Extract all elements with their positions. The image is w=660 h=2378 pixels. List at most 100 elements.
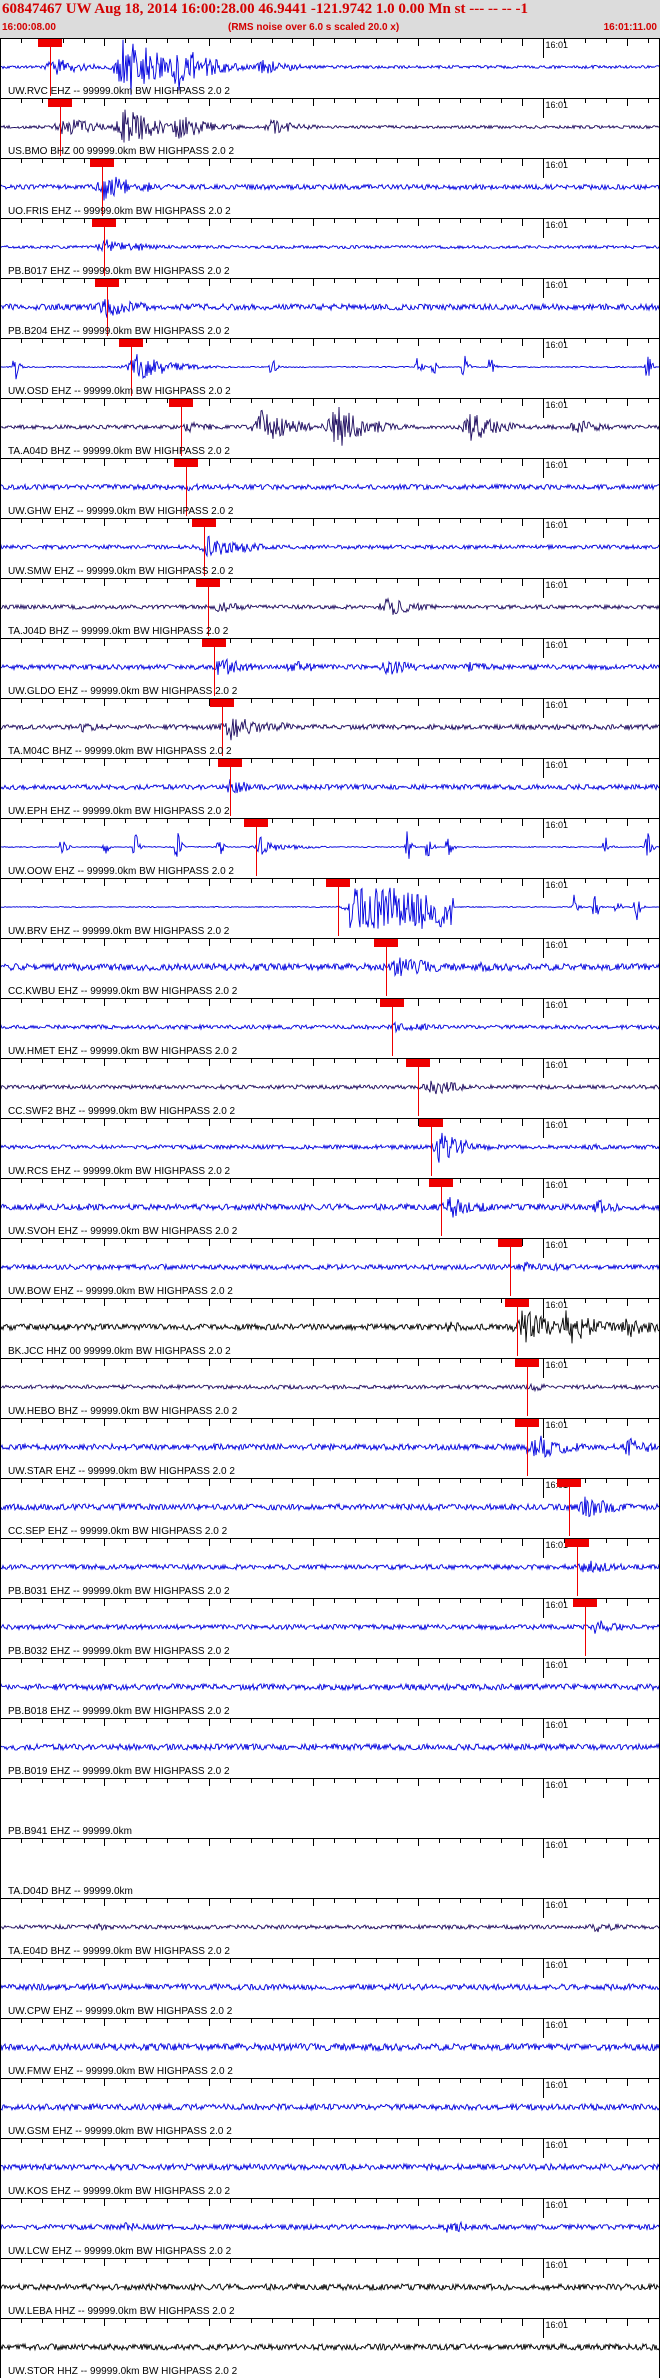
station-label: UW.OSD EHZ -- 99999.0km BW HIGHPASS 2.0 … xyxy=(8,386,231,397)
waveform xyxy=(0,482,660,492)
station-label: UW.LEBA HHZ -- 99999.0km BW HIGHPASS 2.0… xyxy=(8,2306,235,2317)
rms-note: (RMS noise over 6.0 s scaled 20.0 x) xyxy=(228,22,400,33)
waveform xyxy=(0,239,660,253)
trace-row: 16:01CC.SEP EHZ -- 99999.0km BW HIGHPASS… xyxy=(0,1478,660,1537)
minute-label: 16:01 xyxy=(546,1180,569,1190)
minute-label: 16:01 xyxy=(546,280,569,290)
minute-label: 16:01 xyxy=(546,100,569,110)
waveform xyxy=(0,1080,660,1095)
trace-row: 16:01 TA.A04D BHZ -- 99999.0km BW HIGHPAS… xyxy=(0,398,660,457)
waveform xyxy=(0,1922,660,1933)
trace-row: 16:01 PB.B031 EHZ -- 99999.0km BW HIGHPAS… xyxy=(0,1538,660,1597)
trace-row: 16:01 UW.RCS EHZ -- 99999.0km BW HIGHPASS… xyxy=(0,1118,660,1177)
station-label: UW.HMET EHZ -- 99999.0km BW HIGHPASS 2.0… xyxy=(8,1046,238,1057)
trace-row: 16:01 UW.SMW EHZ -- 99999.0km BW HIGHPASS… xyxy=(0,518,660,577)
waveform xyxy=(0,406,660,446)
trace-row: 16:01 UW.BOW EHZ -- 99999.0km BW HIGHPASS… xyxy=(0,1238,660,1297)
trace-row: 16:01 CC.SWF2 BHZ -- 99999.0km BW HIGHPAS… xyxy=(0,1058,660,1117)
station-label: UW.EPH EHZ -- 99999.0km BW HIGHPASS 2.0 … xyxy=(8,806,230,817)
waveform xyxy=(0,1197,660,1218)
station-label: UW.STOR HHZ -- 99999.0km BW HIGHPASS 2.0… xyxy=(8,2366,238,2377)
station-label: UW.GLDO EHZ -- 99999.0km BW HIGHPASS 2.0… xyxy=(8,686,238,697)
trace-row: 16:01 UW.SVOH EHZ -- 99999.0km BW HIGHPAS… xyxy=(0,1178,660,1237)
trace-row: 16:01 PB.B018 EHZ -- 99999.0km BW HIGHPAS… xyxy=(0,1658,660,1717)
minute-label: 16:01 xyxy=(546,400,569,410)
minute-label: 16:01 xyxy=(546,340,569,350)
waveform xyxy=(0,176,660,201)
trace-row: 16:01 UW.LCW EHZ -- 99999.0km BW HIGHPASS… xyxy=(0,2198,660,2257)
waveform xyxy=(0,779,660,794)
trace-row: 16:01 UW.GHW EHZ -- 99999.0km BW HIGHPASS… xyxy=(0,458,660,517)
minute-label: 16:01 xyxy=(546,1060,569,1070)
waveform xyxy=(0,2282,660,2292)
waveform xyxy=(0,299,660,318)
station-label: TA.J04D BHZ -- 99999.0km BW HIGHPASS 2.0… xyxy=(8,626,229,637)
station-label: UW.BRV EHZ -- 99999.0km BW HIGHPASS 2.0 … xyxy=(8,926,230,937)
waveform xyxy=(0,1742,660,1752)
station-label: PB.B032 EHZ -- 99999.0km BW HIGHPASS 2.0… xyxy=(8,1646,230,1657)
trace-row: 16:01 CC.KWBU EHZ -- 99999.0km BW HIGHPAS… xyxy=(0,938,660,997)
trace-row: 16:01 PB.B032 EHZ -- 99999.0km BW HIGHPAS… xyxy=(0,1598,660,1657)
trace-row: 16:01 UW.FMW EHZ -- 99999.0km BW HIGHPASS… xyxy=(0,2018,660,2077)
minute-label: 16:01 xyxy=(546,1360,569,1370)
waveform xyxy=(0,887,660,929)
waveform xyxy=(0,718,660,741)
minute-label: 16:01 xyxy=(546,640,569,650)
waveform xyxy=(0,2102,660,2112)
minute-label: 16:01 xyxy=(546,1120,569,1130)
station-label: UW.BOW EHZ -- 99999.0km BW HIGHPASS 2.0 … xyxy=(8,1286,233,1297)
trace-row: 16:01 UW.HEBO BHZ -- 99999.0km BW HIGHPAS… xyxy=(0,1358,660,1417)
waveform xyxy=(0,597,660,615)
station-label: PB.B941 EHZ -- 99999.0km xyxy=(8,1826,132,1837)
trace-row: 16:01 TA.J04D BHZ -- 99999.0km BW HIGHPAS… xyxy=(0,578,660,637)
station-label: UO.FRIS EHZ -- 99999.0km BW HIGHPASS 2.0… xyxy=(8,206,231,217)
trace-row: 16:01 TA.E04D BHZ -- 99999.0km BW HIGHPAS… xyxy=(0,1898,660,1957)
waveform xyxy=(0,354,660,380)
trace-row: 16:01 UW.CPW EHZ -- 99999.0km BW HIGHPASS… xyxy=(0,1958,660,2017)
minute-label: 16:01 xyxy=(546,1420,569,1430)
trace-row: 16:01 BK.JCC HHZ 00 99999.0km BW HIGHPASS… xyxy=(0,1298,660,1357)
minute-label: 16:01 xyxy=(546,940,569,950)
trace-row: 16:01 PB.B017 EHZ -- 99999.0km BW HIGHPAS… xyxy=(0,218,660,277)
minute-label: 16:01 xyxy=(546,40,569,50)
minute-label: 16:01 xyxy=(546,1780,569,1790)
station-label: UW.OOW EHZ -- 99999.0km BW HIGHPASS 2.0 … xyxy=(8,866,234,877)
station-label: PB.B204 EHZ -- 99999.0km BW HIGHPASS 2.0… xyxy=(8,326,230,337)
end-time: 16:01:11.00 xyxy=(603,22,657,33)
trace-row: 16:01 UW.HMET EHZ -- 99999.0km BW HIGHPAS… xyxy=(0,998,660,1057)
station-label: UW.LCW EHZ -- 99999.0km BW HIGHPASS 2.0 … xyxy=(8,2246,232,2257)
minute-label: 16:01 xyxy=(546,460,569,470)
header-bar: 60847467 UW Aug 18, 2014 16:00:28.00 46.… xyxy=(0,0,660,38)
waveform xyxy=(0,1132,660,1163)
station-label: UW.RVC EHZ -- 99999.0km BW HIGHPASS 2.0 … xyxy=(8,86,230,97)
station-label: TA.D04D BHZ -- 99999.0km xyxy=(8,1886,133,1897)
trace-row: 16:01 PB.B941 EHZ -- 99999.0km xyxy=(0,1778,660,1837)
trace-row: 16:01 UW.KOS EHZ -- 99999.0km BW HIGHPASS… xyxy=(0,2138,660,2197)
minute-label: 16:01 xyxy=(546,520,569,530)
station-label: TA.A04D BHZ -- 99999.0km BW HIGHPASS 2.0… xyxy=(8,446,230,457)
minute-label: 16:01 xyxy=(546,2200,569,2210)
minute-label: 16:01 xyxy=(546,1540,569,1550)
minute-label: 16:01 xyxy=(546,1720,569,1730)
trace-row: 16:01 UW.STOR HHZ -- 99999.0km BW HIGHPAS… xyxy=(0,2318,660,2377)
trace-row: 16:01 US.BMO BHZ 00 99999.0km BW HIGHPASS… xyxy=(0,98,660,157)
waveform xyxy=(0,1620,660,1634)
minute-label: 16:01 xyxy=(546,2080,569,2090)
minute-label: 16:01 xyxy=(546,1900,569,1910)
waveform xyxy=(0,831,660,859)
trace-row: 16:01 TA.D04D BHZ -- 99999.0km xyxy=(0,1838,660,1897)
station-label: UW.STAR EHZ -- 99999.0km BW HIGHPASS 2.0… xyxy=(8,1466,235,1477)
minute-label: 16:01 xyxy=(546,220,569,230)
waveform xyxy=(0,957,660,977)
waveform xyxy=(0,2220,660,2233)
minute-label: 16:01 xyxy=(546,760,569,770)
trace-row: 16:01 UW.BRV EHZ -- 99999.0km BW HIGHPASS… xyxy=(0,878,660,937)
event-title: 60847467 UW Aug 18, 2014 16:00:28.00 46.… xyxy=(2,1,528,17)
station-label: UW.SVOH EHZ -- 99999.0km BW HIGHPASS 2.0… xyxy=(8,1226,238,1237)
trace-row: 16:01 UW.GLDO EHZ -- 99999.0km BW HIGHPAS… xyxy=(0,638,660,697)
waveform xyxy=(0,535,660,558)
minute-label: 16:01 xyxy=(546,1240,569,1250)
minute-label: 16:01 xyxy=(546,880,569,890)
minute-label: 16:01 xyxy=(546,580,569,590)
trace-row: 16:01 UO.FRIS EHZ -- 99999.0km BW HIGHPAS… xyxy=(0,158,660,217)
